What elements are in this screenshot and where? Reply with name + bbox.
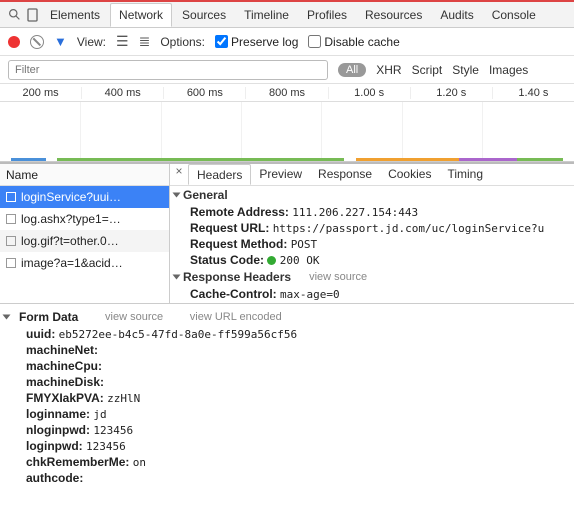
network-toolbar: ▼ View: ☰ ≣ Options: Preserve log Disabl… [0,28,574,56]
tab-sources[interactable]: Sources [174,4,234,26]
form-field: uuid: eb5272ee-b4c5-47fd-8a0e-ff599a56cf… [0,326,574,342]
disclosure-icon [173,193,181,198]
request-method: Request Method: POST [170,236,574,252]
disclosure-icon [173,275,181,280]
form-field: chkRememberMe: on [0,454,574,470]
tab-cookies[interactable]: Cookies [380,164,439,185]
form-field: loginname: jd [0,406,574,422]
time-tick: 800 ms [245,87,327,99]
form-field: loginpwd: 123456 [0,438,574,454]
request-type-icon [6,258,16,268]
preserve-log-label: Preserve log [231,35,298,49]
cache-control: Cache-Control: max-age=0 [170,286,574,302]
time-tick: 400 ms [81,87,163,99]
overview-chart[interactable] [0,102,574,162]
disclosure-icon [3,315,11,320]
timeline-overview: 200 ms 400 ms 600 ms 800 ms 1.00 s 1.20 … [0,84,574,164]
preserve-log-checkbox[interactable]: Preserve log [215,35,298,49]
time-tick: 1.00 s [328,87,410,99]
filter-script[interactable]: Script [412,63,443,77]
time-tick: 600 ms [163,87,245,99]
remote-address: Remote Address: 111.206.227.154:443 [170,204,574,220]
tab-headers[interactable]: Headers [188,164,251,185]
filter-all[interactable]: All [338,63,366,77]
view-url-encoded-link[interactable]: view URL encoded [190,311,282,323]
request-row[interactable]: loginService?uui… [0,186,169,208]
form-data-title: Form Data [19,310,78,324]
name-column-header[interactable]: Name [0,164,169,186]
tab-network[interactable]: Network [110,3,172,27]
status-dot-icon [267,256,276,265]
form-field: nloginpwd: 123456 [0,422,574,438]
form-field: authcode: [0,470,574,486]
form-field: FMYXIakPVA: zzHlN [0,390,574,406]
disable-cache-label: Disable cache [324,35,399,49]
general-title: General [183,188,228,202]
disable-cache-checkbox[interactable]: Disable cache [308,35,399,49]
request-row[interactable]: log.gif?t=other.0… [0,230,169,252]
status-code: Status Code: 200 OK [170,252,574,268]
request-type-icon [6,214,16,224]
filter-input[interactable] [8,60,328,80]
form-field: machineCpu: [0,358,574,374]
detail-tabs: × Headers Preview Response Cookies Timin… [170,164,574,186]
options-label: Options: [160,35,205,49]
request-type-icon [6,236,16,246]
waterfall-icon[interactable]: ≣ [139,33,151,50]
record-icon[interactable] [8,36,20,48]
view-source-link[interactable]: view source [309,271,367,283]
time-tick: 1.20 s [410,87,492,99]
disable-cache-input[interactable] [308,35,321,48]
search-icon[interactable] [6,8,22,21]
request-detail: × Headers Preview Response Cookies Timin… [170,164,574,303]
request-url: Request URL: https://passport.jd.com/uc/… [170,220,574,236]
filter-icon[interactable]: ▼ [54,34,67,49]
time-tick: 1.40 s [492,87,574,99]
request-row[interactable]: log.ashx?type1=… [0,208,169,230]
filter-xhr[interactable]: XHR [376,63,401,77]
filter-style[interactable]: Style [452,63,479,77]
form-field: machineDisk: [0,374,574,390]
tab-response[interactable]: Response [310,164,380,185]
large-rows-icon[interactable]: ☰ [116,33,129,50]
network-split: Name loginService?uui… log.ashx?type1=… … [0,164,574,304]
request-name: log.ashx?type1=… [21,212,121,226]
tab-preview[interactable]: Preview [251,164,310,185]
time-labels: 200 ms 400 ms 600 ms 800 ms 1.00 s 1.20 … [0,84,574,102]
preserve-log-input[interactable] [215,35,228,48]
view-source-link[interactable]: view source [105,311,163,323]
request-name: image?a=1&acid… [21,256,123,270]
tab-resources[interactable]: Resources [357,4,430,26]
devtools-tabs: Elements Network Sources Timeline Profil… [0,2,574,28]
response-headers-section[interactable]: Response Headers view source [170,268,574,286]
request-list: Name loginService?uui… log.ashx?type1=… … [0,164,170,303]
filter-row: All XHR Script Style Images [0,56,574,84]
close-icon[interactable]: × [170,164,188,185]
response-headers-title: Response Headers [183,270,291,284]
tab-console[interactable]: Console [484,4,544,26]
filter-images[interactable]: Images [489,63,528,77]
clear-icon[interactable] [30,35,44,49]
tab-profiles[interactable]: Profiles [299,4,355,26]
general-section[interactable]: General [170,186,574,204]
tab-timing[interactable]: Timing [439,164,491,185]
request-name: log.gif?t=other.0… [21,234,119,248]
request-name: loginService?uui… [21,190,121,204]
view-label: View: [77,35,106,49]
form-data-section: Form Data view source view URL encoded u… [0,304,574,492]
request-row[interactable]: image?a=1&acid… [0,252,169,274]
tab-elements[interactable]: Elements [42,4,108,26]
form-data-header[interactable]: Form Data view source view URL encoded [0,308,574,326]
device-icon[interactable] [24,8,40,22]
tab-timeline[interactable]: Timeline [236,4,297,26]
request-type-icon [6,192,16,202]
form-field: machineNet: [0,342,574,358]
tab-audits[interactable]: Audits [432,4,481,26]
time-tick: 200 ms [0,87,81,99]
